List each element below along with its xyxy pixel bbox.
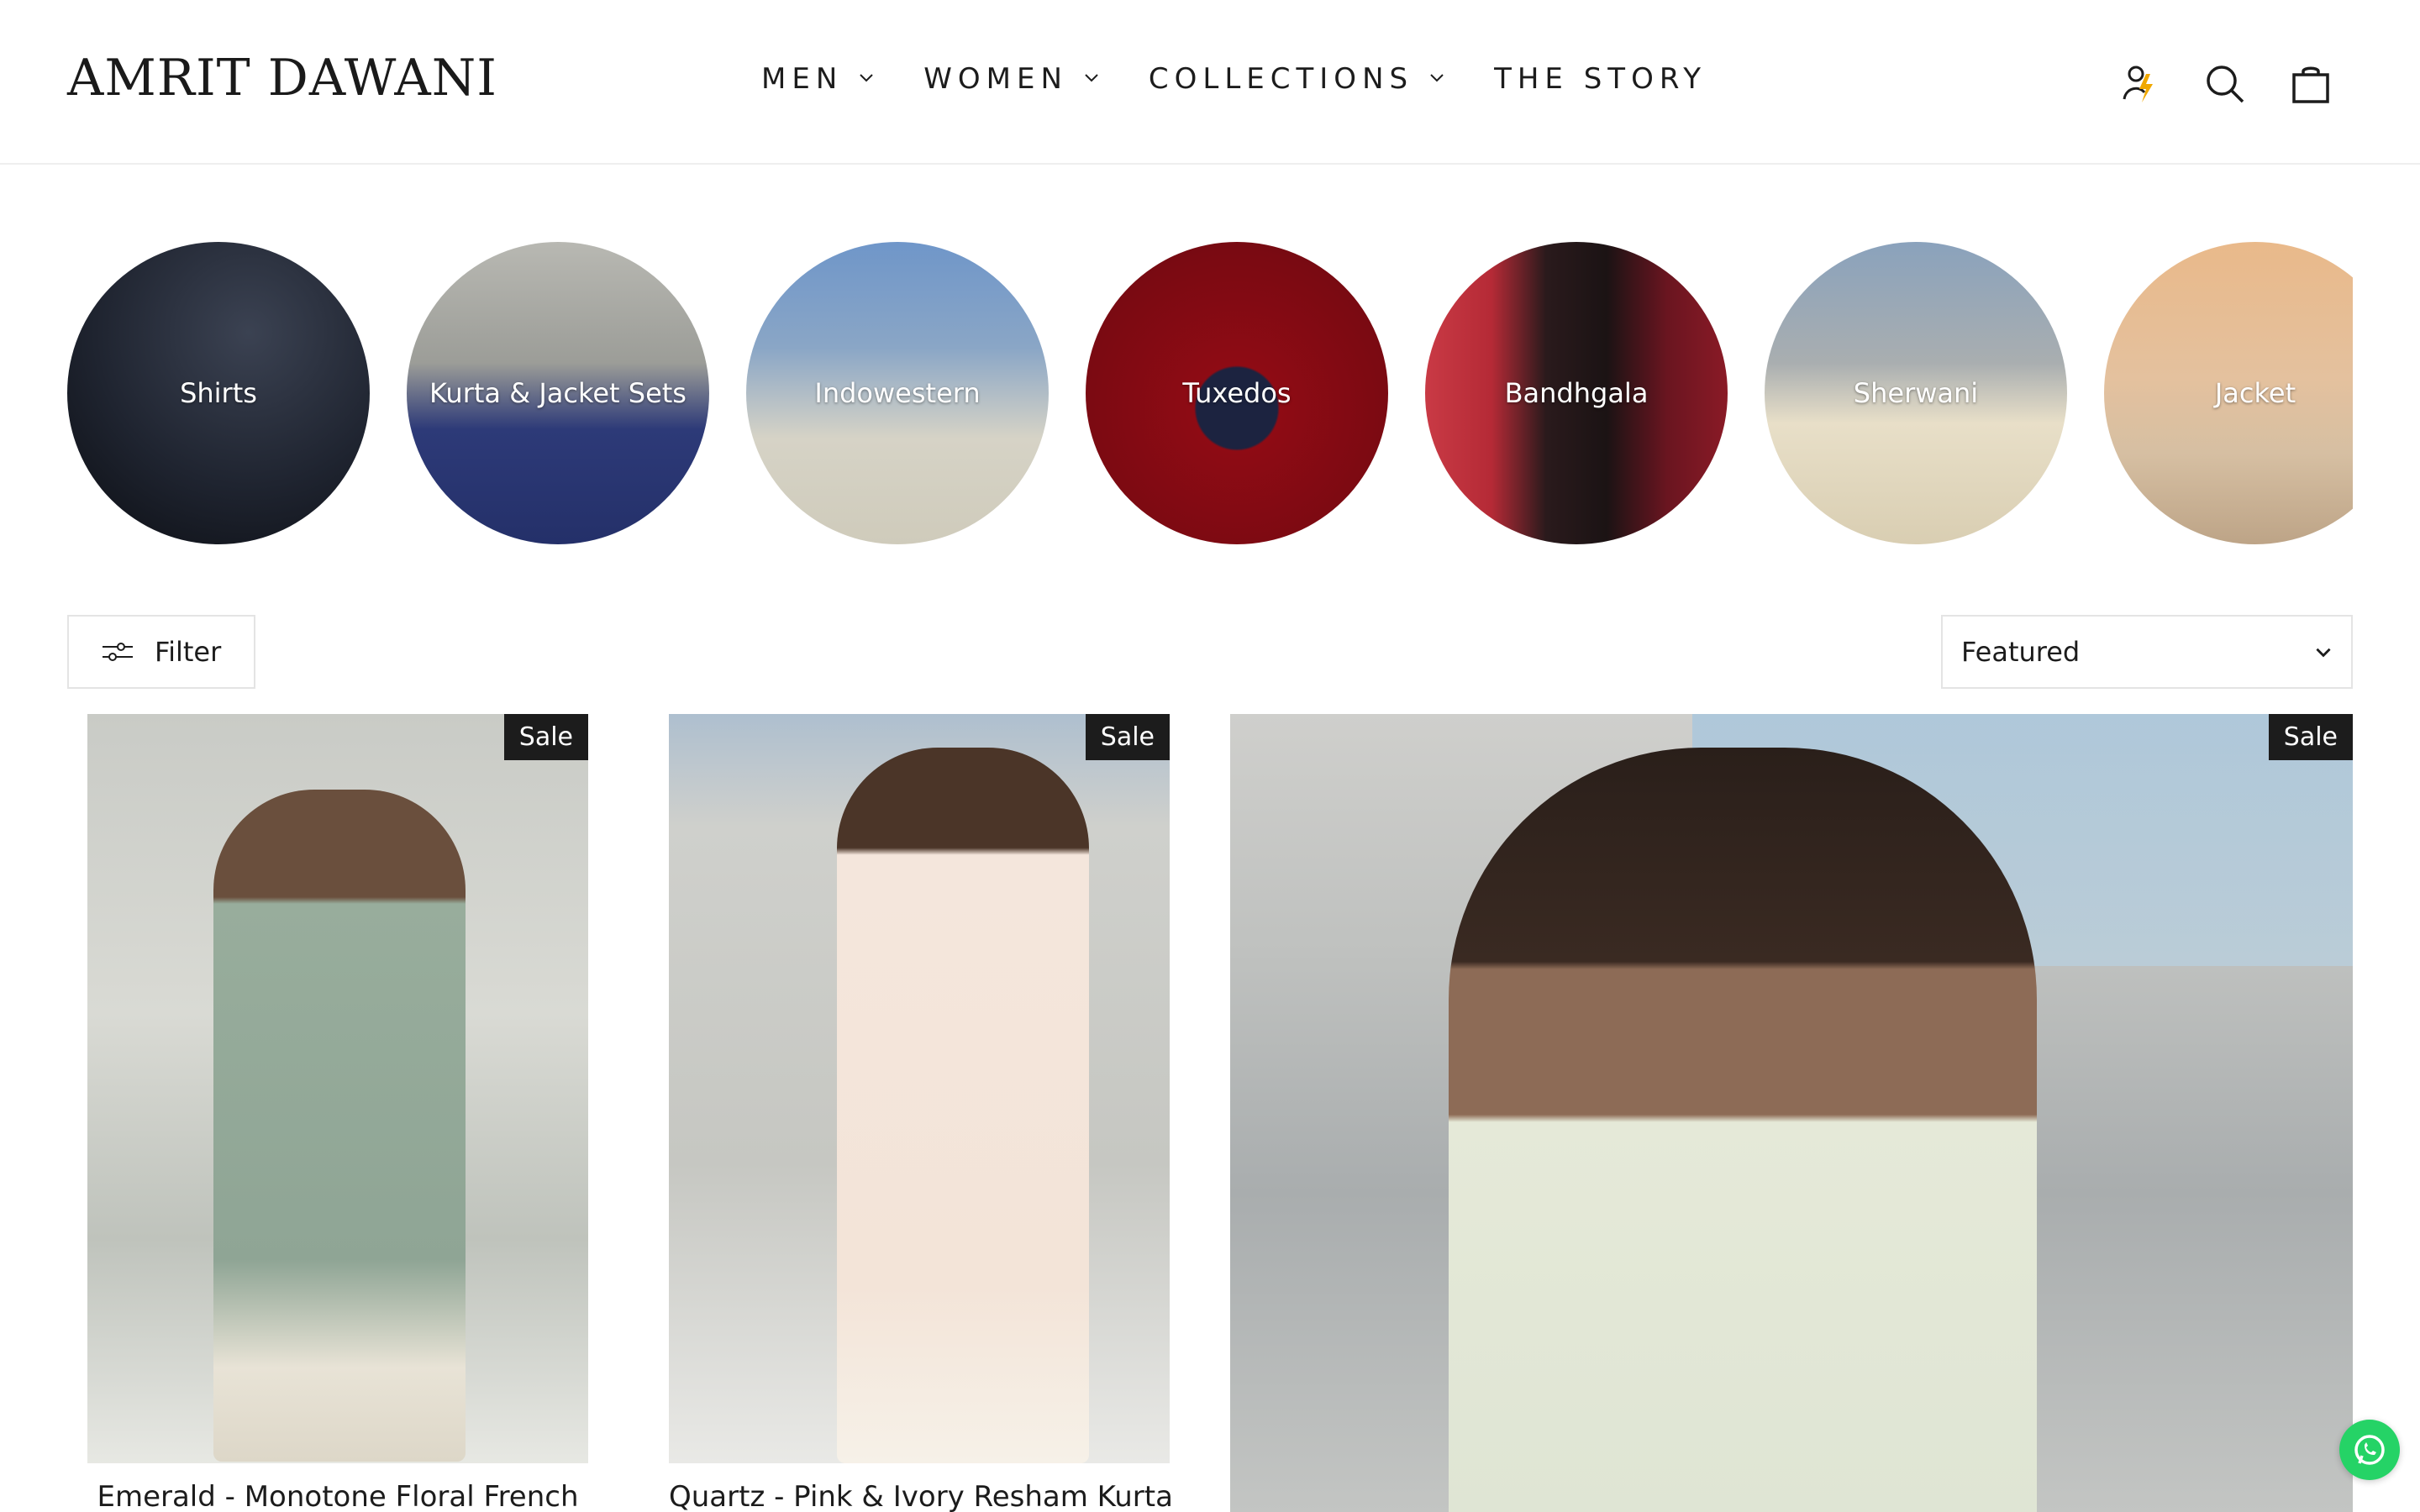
category-shirts[interactable]: Shirts xyxy=(67,242,370,544)
chevron-down-icon xyxy=(860,74,873,82)
category-label: Tuxedos xyxy=(1182,377,1292,409)
category-label: Sherwani xyxy=(1853,377,1979,409)
header-actions xyxy=(2079,59,2336,109)
search-button[interactable] xyxy=(2200,59,2250,109)
nav-item-women[interactable]: WOMEN xyxy=(923,62,1102,96)
filter-label: Filter xyxy=(155,636,222,668)
sort-selected-value: Featured xyxy=(1961,636,2081,668)
product-title[interactable]: Emerald - Monotone Floral French xyxy=(87,1480,588,1512)
category-tuxedos[interactable]: Tuxedos xyxy=(1086,242,1388,544)
chevron-down-icon xyxy=(1430,74,1444,82)
account-button[interactable] xyxy=(2114,59,2165,109)
account-icon xyxy=(2123,66,2153,102)
whatsapp-icon xyxy=(2354,1435,2385,1465)
whatsapp-chat-button[interactable] xyxy=(2339,1420,2400,1480)
nav-item-men[interactable]: MEN xyxy=(761,62,876,96)
nav-item-collections[interactable]: COLLECTIONS xyxy=(1149,62,1447,96)
category-bandhgala[interactable]: Bandhgala xyxy=(1425,242,1728,544)
product-card[interactable]: Sale xyxy=(669,714,1170,1463)
sale-badge: Sale xyxy=(503,714,588,760)
category-sherwani[interactable]: Sherwani xyxy=(1765,242,2067,544)
cart-icon xyxy=(2292,66,2329,103)
category-carousel: Shirts Kurta & Jacket Sets Indowestern T… xyxy=(67,242,2353,544)
product-card[interactable]: Sale xyxy=(87,714,588,1463)
category-label: Bandhgala xyxy=(1504,377,1649,409)
nav-item-label: MEN xyxy=(761,62,844,96)
main-nav: MEN WOMEN COLLECTIONS THE STORY xyxy=(761,62,1707,96)
product-image xyxy=(1449,748,2037,1512)
filter-button[interactable]: Filter xyxy=(67,615,255,689)
category-label: Jacket xyxy=(2214,377,2296,409)
chevron-down-icon xyxy=(1085,74,1098,82)
category-label: Kurta & Jacket Sets xyxy=(429,377,687,409)
sliders-icon xyxy=(103,643,133,661)
brand-logo[interactable]: AMRIT DAWANI xyxy=(67,49,497,108)
category-kurta-jacket-sets[interactable]: Kurta & Jacket Sets xyxy=(407,242,709,544)
category-indowestern[interactable]: Indowestern xyxy=(746,242,1049,544)
category-jacket[interactable]: Jacket xyxy=(2104,242,2353,544)
sort-select[interactable]: Featured xyxy=(1941,615,2353,689)
product-card-featured[interactable]: Sale xyxy=(1230,714,2353,1512)
nav-item-the-story[interactable]: THE STORY xyxy=(1494,62,1707,96)
sale-badge: Sale xyxy=(1085,714,1170,760)
site-header: AMRIT DAWANI MEN WOMEN COLLECTIONS THE S… xyxy=(0,0,2420,165)
search-icon xyxy=(2207,66,2244,103)
sale-badge: Sale xyxy=(2268,714,2353,760)
product-image xyxy=(213,790,466,1462)
product-image xyxy=(837,748,1089,1463)
product-title[interactable]: Quartz - Pink & Ivory Resham Kurta xyxy=(669,1480,1173,1512)
nav-item-label: COLLECTIONS xyxy=(1148,62,1414,96)
nav-item-label: WOMEN xyxy=(923,62,1068,96)
cart-button[interactable] xyxy=(2286,59,2336,109)
chevron-down-icon xyxy=(2316,648,2331,658)
nav-item-label: THE STORY xyxy=(1494,62,1707,96)
category-label: Indowestern xyxy=(814,377,981,409)
category-label: Shirts xyxy=(180,377,257,409)
